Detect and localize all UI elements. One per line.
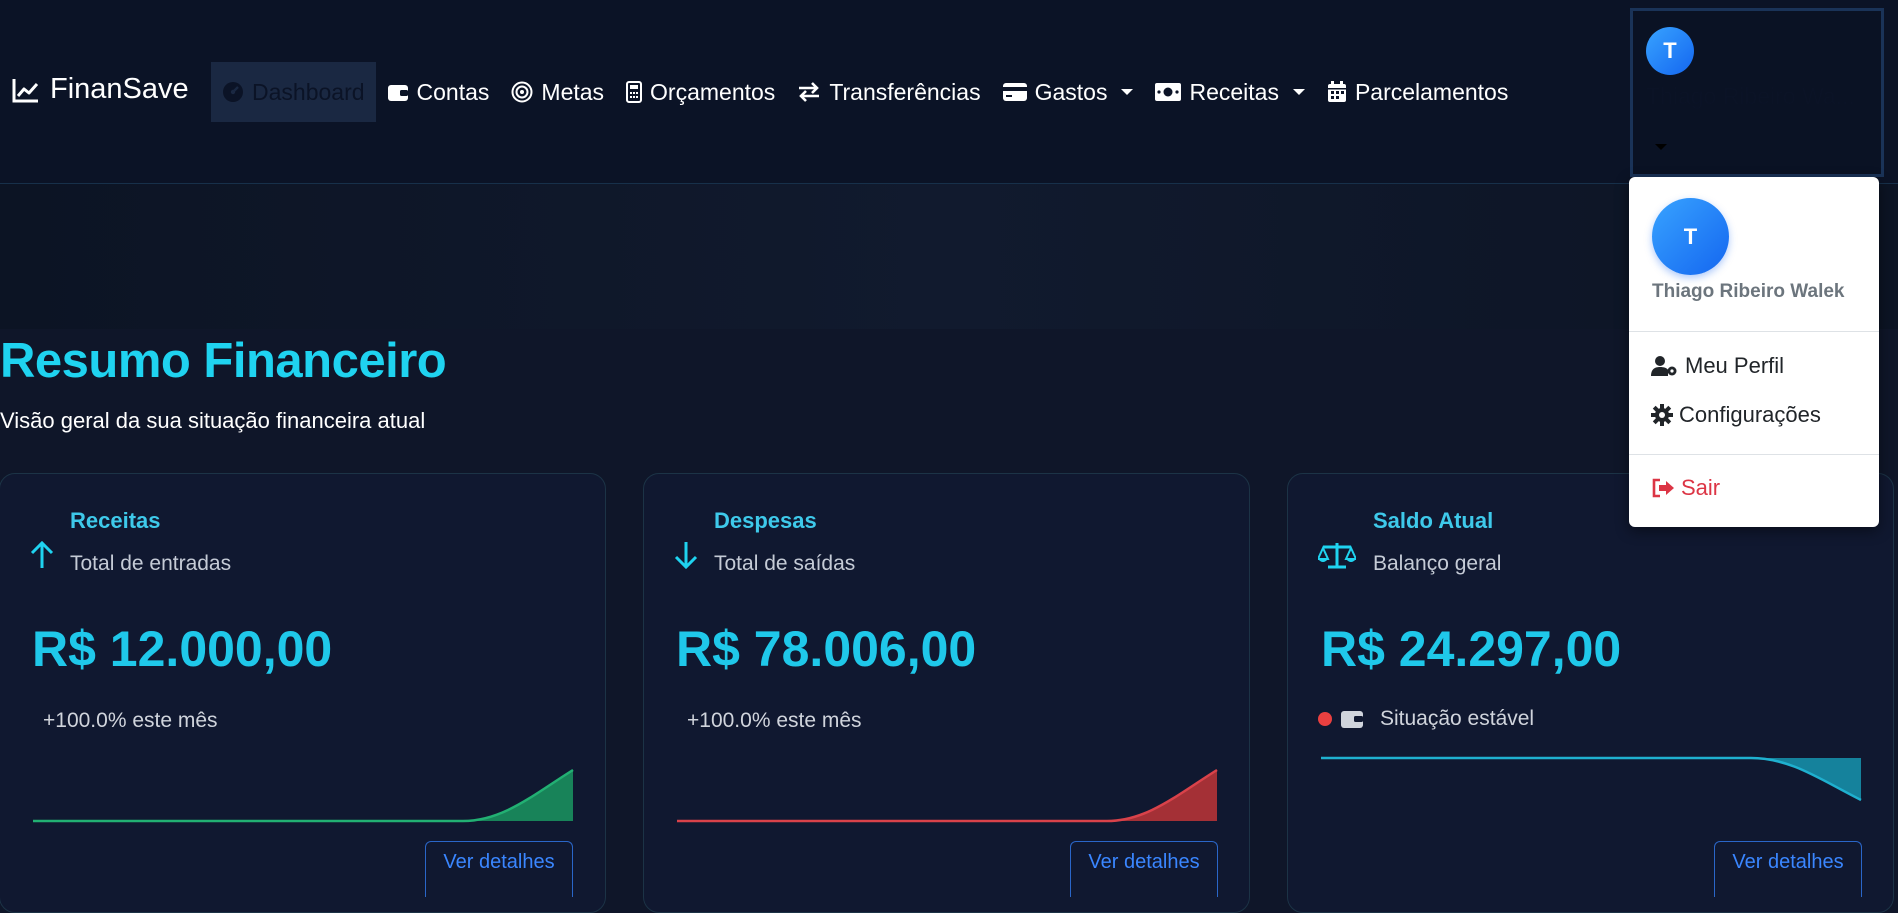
hero-banner — [0, 184, 1898, 329]
menu-item-label: Configurações — [1679, 402, 1821, 427]
nav-item-receitas[interactable]: Receitas — [1144, 62, 1315, 122]
nav-label: Transferências — [829, 78, 981, 105]
view-details-button[interactable]: Ver detalhes — [1714, 841, 1862, 897]
nav-label: Orçamentos — [650, 78, 776, 105]
wallet-icon — [387, 85, 408, 101]
nav-item-metas[interactable]: Metas — [500, 62, 615, 122]
status-dot — [1318, 712, 1332, 726]
view-details-button[interactable]: Ver detalhes — [1070, 841, 1218, 897]
card-subtitle: Total de saídas — [714, 552, 856, 575]
calendar-icon — [1327, 81, 1346, 102]
nav-item-parcelamentos[interactable]: Parcelamentos — [1316, 62, 1519, 122]
nav-label: Parcelamentos — [1354, 78, 1509, 105]
nav-label: Gastos — [1034, 78, 1108, 105]
divider — [1629, 454, 1879, 455]
balance-status: Situação estável — [1318, 707, 1534, 731]
nav-item-orcamentos[interactable]: Orçamentos — [615, 62, 786, 122]
user-menu-toggle[interactable]: T Thiago Ribeiro Wa... — [1630, 8, 1884, 177]
nav-label: Dashboard — [252, 78, 365, 105]
menu-item-profile[interactable]: Meu Perfil — [1651, 353, 1784, 379]
nav-item-gastos[interactable]: Gastos — [992, 62, 1145, 122]
nav-item-dashboard[interactable]: Dashboard — [211, 62, 376, 122]
credit-card-icon — [1002, 83, 1027, 101]
arrow-up-icon — [29, 540, 55, 575]
menu-item-label: Meu Perfil — [1685, 353, 1785, 378]
wallet-icon — [1341, 711, 1363, 728]
page-title: Resumo Financeiro — [0, 334, 447, 388]
arrows-exchange-icon — [799, 82, 820, 102]
money-bill-icon — [1155, 83, 1182, 101]
scale-icon — [1316, 540, 1358, 575]
brand-name: FinanSave — [50, 73, 189, 105]
page-subtitle: Visão geral da sua situação financeira a… — [0, 408, 426, 433]
card-value: R$ 24.297,00 — [1321, 621, 1622, 677]
chevron-down-icon — [1121, 89, 1134, 95]
expenses-sparkline — [677, 768, 1218, 823]
sign-out-icon — [1652, 478, 1674, 498]
divider — [1629, 331, 1879, 332]
chevron-down-icon — [1655, 144, 1667, 150]
brand-link[interactable]: FinanSave — [12, 73, 189, 106]
gear-icon — [1651, 404, 1673, 426]
menu-item-settings[interactable]: Configurações — [1651, 402, 1821, 428]
menu-item-logout[interactable]: Sair — [1651, 475, 1720, 501]
card-subtitle: Total de entradas — [70, 552, 232, 575]
balance-sparkline — [1321, 756, 1862, 802]
card-delta: +100.0% este mês — [687, 709, 862, 732]
dropdown-user-name: Thiago Ribeiro Walek — [1652, 281, 1845, 302]
view-details-button[interactable]: Ver detalhes — [425, 841, 573, 897]
card-title: Despesas — [714, 508, 817, 533]
card-title: Receitas — [70, 508, 161, 533]
card-value: R$ 12.000,00 — [32, 621, 333, 677]
target-icon — [511, 81, 533, 103]
status-text: Situação estável — [1380, 707, 1535, 730]
nav-item-transferencias[interactable]: Transferências — [786, 62, 991, 122]
menu-item-label: Sair — [1681, 475, 1721, 500]
income-sparkline — [33, 768, 574, 823]
nav-label: Contas — [416, 78, 490, 105]
card-value: R$ 78.006,00 — [676, 621, 977, 677]
calculator-icon — [626, 81, 643, 103]
avatar: T — [1652, 198, 1729, 275]
user-dropdown-menu: T Thiago Ribeiro Walek Meu Perfil Config… — [1629, 177, 1879, 527]
chart-line-icon — [12, 78, 39, 102]
card-delta: +100.0% este mês — [43, 709, 218, 732]
card-title: Saldo Atual — [1373, 508, 1494, 533]
gauge-icon — [223, 82, 243, 102]
user-name: Thiago Ribeiro Wa... — [1646, 83, 1855, 109]
nav-item-contas[interactable]: Contas — [376, 62, 501, 122]
user-gear-icon — [1651, 356, 1677, 376]
navbar: FinanSave Dashboard Contas Metas Orçamen… — [0, 0, 1898, 184]
avatar: T — [1646, 27, 1694, 75]
nav-label: Metas — [541, 78, 605, 105]
arrow-down-icon — [673, 540, 699, 575]
card-subtitle: Balanço geral — [1373, 552, 1502, 575]
nav-label: Receitas — [1189, 78, 1279, 105]
chevron-down-icon — [1292, 89, 1305, 95]
nav-menu: Dashboard Contas Metas Orçamentos Transf… — [211, 62, 1519, 122]
